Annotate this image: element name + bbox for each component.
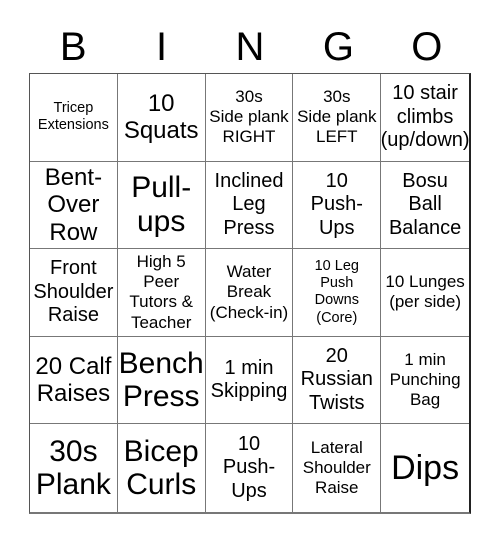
bingo-cell-r5-c2[interactable]: Bicep Curls — [118, 424, 206, 512]
bingo-cell-r3-c5[interactable]: 10 Lunges (per side) — [381, 249, 469, 337]
bingo-cell-r5-c1[interactable]: 30s Plank — [30, 424, 118, 512]
header-letter-o: O — [411, 25, 443, 69]
bingo-cell-r5-c5[interactable]: Dips — [381, 424, 469, 512]
bingo-cell-r4-c5[interactable]: 1 min Punching Bag — [381, 337, 469, 425]
bingo-cell-r5-c4[interactable]: Lateral Shoulder Raise — [293, 424, 382, 512]
header-letter-g: G — [322, 25, 354, 69]
header-letter-b: B — [59, 25, 87, 69]
bingo-cell-r2-c5[interactable]: Bosu Ball Balance — [381, 162, 469, 250]
bingo-cell-r5-c3[interactable]: 10 Push- Ups — [206, 424, 294, 512]
header-letter-i: I — [156, 25, 168, 69]
bingo-cell-r1-c4[interactable]: 30s Side plank LEFT — [293, 74, 382, 162]
bingo-cell-r3-c4[interactable]: 10 Leg Push Downs (Core) — [293, 249, 382, 337]
bingo-cell-r2-c2[interactable]: Pull- ups — [117, 161, 206, 250]
bingo-header: B I N G O — [29, 22, 471, 72]
bingo-board: Tricep Extensions 10 Squats 30s Side pla… — [29, 73, 471, 514]
bingo-cell-r2-c3[interactable]: Inclined Leg Press — [205, 161, 294, 250]
bingo-cell-r4-c3[interactable]: 1 min Skipping — [205, 336, 294, 425]
bingo-cell-r1-c2[interactable]: 10 Squats — [117, 74, 206, 162]
bingo-cell-r1-c3[interactable]: 30s Side plank RIGHT — [205, 74, 294, 162]
bingo-cell-r1-c5[interactable]: 10 stair climbs (up/down) — [381, 74, 469, 162]
bingo-cell-r4-c4[interactable]: 20 Russian Twists — [293, 336, 382, 425]
bingo-cell-r2-c1[interactable]: Bent- Over Row — [30, 161, 118, 250]
bingo-cell-r3-c1[interactable]: Front Shoulder Raise — [30, 249, 118, 337]
bingo-cell-r4-c1[interactable]: 20 Calf Raises — [30, 336, 118, 425]
bingo-cell-r3-c2[interactable]: High 5 Peer Tutors & Teacher — [117, 249, 206, 337]
bingo-cell-r1-c1[interactable]: Tricep Extensions — [30, 74, 118, 162]
bingo-cell-r4-c2[interactable]: Bench Press — [117, 336, 206, 425]
bingo-cell-r2-c4[interactable]: 10 Push- Ups — [293, 161, 382, 250]
header-letter-n: N — [235, 25, 265, 69]
bingo-cell-r3-c3[interactable]: Water Break (Check-in) — [205, 249, 294, 337]
